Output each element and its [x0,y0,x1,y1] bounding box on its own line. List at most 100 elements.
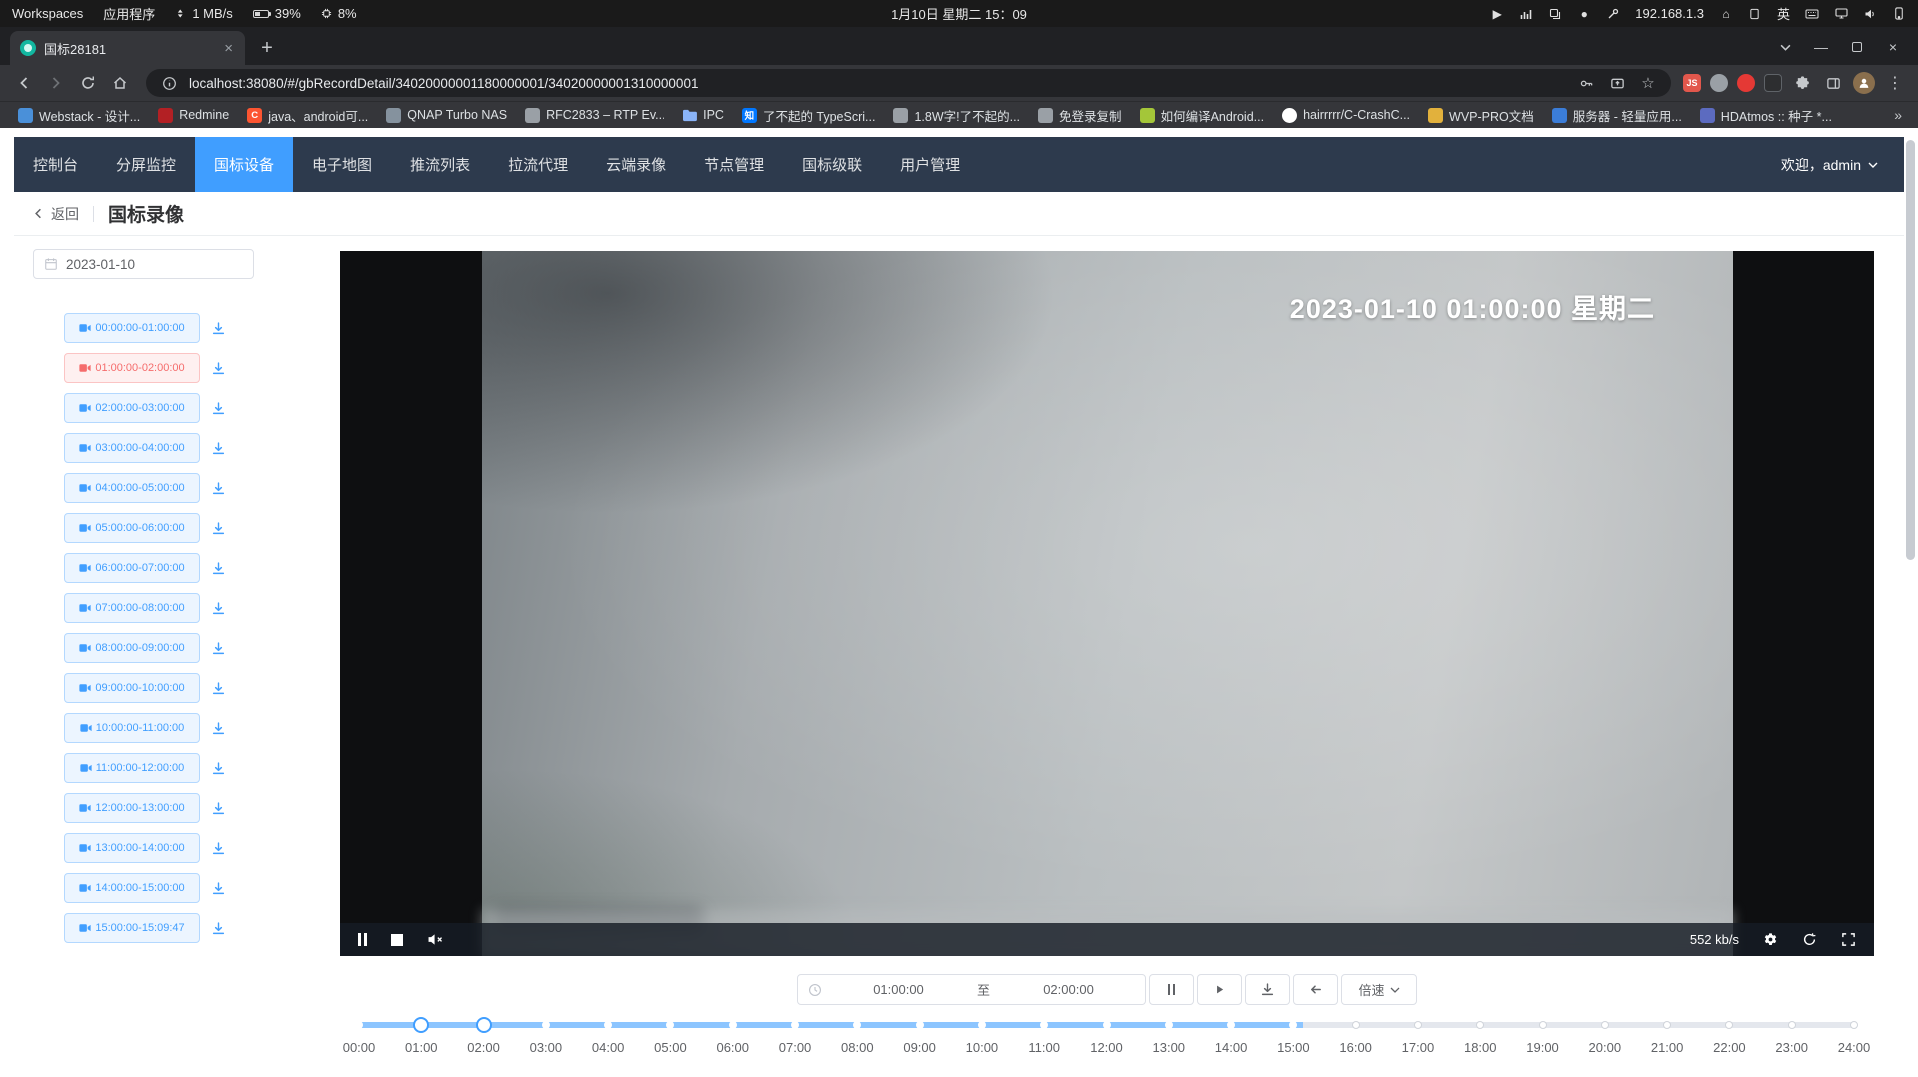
record-segment-button[interactable]: 08:00:00-09:00:00 [64,633,200,663]
bookmark-item[interactable]: QNAP Turbo NAS [378,105,515,126]
volume-icon[interactable] [1863,8,1877,20]
record-segment-button[interactable]: 02:00:00-03:00:00 [64,393,200,423]
nav-item-5[interactable]: 推流列表 [391,137,489,192]
download-icon[interactable] [211,401,226,416]
record-segment-button[interactable]: 05:00:00-06:00:00 [64,513,200,543]
password-key-icon[interactable] [1575,72,1597,94]
record-segment-button[interactable]: 13:00:00-14:00:00 [64,833,200,863]
pause-button[interactable] [1149,974,1194,1005]
video-player[interactable]: 2023-01-10 01:00:00 星期二 552 kb/s [340,251,1874,956]
record-segment-button[interactable]: 06:00:00-07:00:00 [64,553,200,583]
timeline-handle[interactable] [413,1017,429,1033]
download-icon[interactable] [211,481,226,496]
download-icon[interactable] [211,801,226,816]
browser-menu-icon[interactable]: ⋮ [1884,72,1906,94]
record-segment-button[interactable]: 15:00:00-15:09:47 [64,913,200,943]
pause-icon[interactable] [358,933,367,946]
download-icon[interactable] [211,721,226,736]
share-icon[interactable] [1606,72,1628,94]
nav-item-6[interactable]: 拉流代理 [489,137,587,192]
download-icon[interactable] [211,881,226,896]
record-dot-icon[interactable]: ● [1577,7,1591,21]
bookmark-item[interactable]: 服务器 - 轻量应用... [1544,103,1690,128]
tab-close-icon[interactable]: × [222,39,235,58]
skip-back-button[interactable] [1293,974,1338,1005]
new-tab-button[interactable]: + [253,34,281,62]
page-scrollbar[interactable] [1906,140,1915,560]
download-icon[interactable] [211,681,226,696]
record-segment-button[interactable]: 10:00:00-11:00:00 [64,713,200,743]
download-icon[interactable] [211,641,226,656]
record-segment-button[interactable]: 03:00:00-04:00:00 [64,433,200,463]
bookmark-item[interactable]: WVP-PRO文档 [1420,103,1542,128]
record-segment-button[interactable]: 01:00:00-02:00:00 [64,353,200,383]
bookmark-item[interactable]: 1.8W字!了不起的... [885,103,1028,128]
date-picker[interactable]: 2023-01-10 [33,249,254,279]
download-icon[interactable] [211,761,226,776]
download-icon[interactable] [211,561,226,576]
profile-avatar[interactable] [1853,72,1875,94]
battery-indicator[interactable]: 39% [253,6,301,21]
window-close-button[interactable]: × [1878,33,1908,61]
clock[interactable]: 1月10日 星期二 15：09 [891,4,1027,23]
bookmark-item[interactable]: Cjava、android可... [239,103,376,128]
back-icon[interactable] [10,69,38,97]
nav-item-1[interactable]: 控制台 [14,137,97,192]
user-menu[interactable]: 欢迎，admin [1781,155,1904,175]
nav-item-4[interactable]: 电子地图 [293,137,391,192]
nav-item-9[interactable]: 国标级联 [783,137,881,192]
extensions-puzzle-icon[interactable] [1791,72,1813,94]
extension-icon-gray[interactable] [1710,74,1728,92]
forward-icon[interactable] [42,69,70,97]
settings-gear-icon[interactable] [1763,932,1778,947]
input-method-indicator[interactable]: 英 [1777,4,1790,23]
download-icon[interactable] [211,601,226,616]
nav-item-2[interactable]: 分屏监控 [97,137,195,192]
download-icon[interactable] [211,521,226,536]
nav-item-7[interactable]: 云端录像 [587,137,685,192]
home-icon[interactable]: ⌂ [1719,7,1733,21]
clipboard-icon[interactable] [1548,8,1562,20]
bookmark-item[interactable]: HDAtmos :: 种子 *... [1692,103,1840,128]
play-button[interactable] [1197,974,1242,1005]
bookmark-item[interactable]: RFC2833 – RTP Ev... [517,105,672,126]
stop-icon[interactable] [391,934,403,946]
download-icon[interactable] [211,921,226,936]
media-play-icon[interactable]: ▶ [1490,7,1504,21]
bookmark-item[interactable]: Webstack - 设计... [10,103,148,128]
tab-search-chevron-icon[interactable] [1770,33,1800,61]
stats-icon[interactable] [1519,8,1533,20]
record-segment-button[interactable]: 00:00:00-01:00:00 [64,313,200,343]
side-panel-icon[interactable] [1822,72,1844,94]
reload-icon[interactable] [74,69,102,97]
phone-icon[interactable] [1892,7,1906,20]
bookmark-item[interactable]: IPC [674,105,732,126]
nav-item-10[interactable]: 用户管理 [881,137,979,192]
browser-home-icon[interactable] [106,69,134,97]
extension-js-icon[interactable]: JS [1683,74,1701,92]
record-segment-button[interactable]: 09:00:00-10:00:00 [64,673,200,703]
record-segment-button[interactable]: 07:00:00-08:00:00 [64,593,200,623]
timeline-track[interactable] [359,1022,1854,1028]
workspaces-button[interactable]: Workspaces [12,6,83,21]
nav-item-3[interactable]: 国标设备 [195,137,293,192]
extension-icon-dark[interactable] [1764,74,1782,92]
download-icon[interactable] [211,361,226,376]
record-segment-button[interactable]: 04:00:00-05:00:00 [64,473,200,503]
bookmark-star-icon[interactable]: ☆ [1637,72,1659,94]
network-speed-indicator[interactable]: 1 MB/s [175,6,232,21]
extension-icon-red[interactable] [1737,74,1755,92]
speed-dropdown[interactable]: 倍速 [1341,974,1417,1005]
fullscreen-icon[interactable] [1841,932,1856,947]
back-button[interactable]: 返回 [31,204,79,224]
ip-address[interactable]: 192.168.1.3 [1635,6,1704,21]
range-start-input[interactable]: 01:00:00 [822,982,975,997]
bookmark-item[interactable]: 知了不起的 TypeScri... [734,103,884,128]
bookmark-item[interactable]: 如何编译Android... [1132,103,1273,128]
browser-tab[interactable]: 国标28181 × [10,31,245,65]
bookmarks-overflow-icon[interactable]: » [1888,107,1908,123]
record-segment-button[interactable]: 11:00:00-12:00:00 [64,753,200,783]
download-icon[interactable] [211,321,226,336]
bookmark-item[interactable]: 免登录复制 [1030,103,1130,128]
url-bar[interactable]: localhost:38080/#/gbRecordDetail/3402000… [146,69,1671,97]
